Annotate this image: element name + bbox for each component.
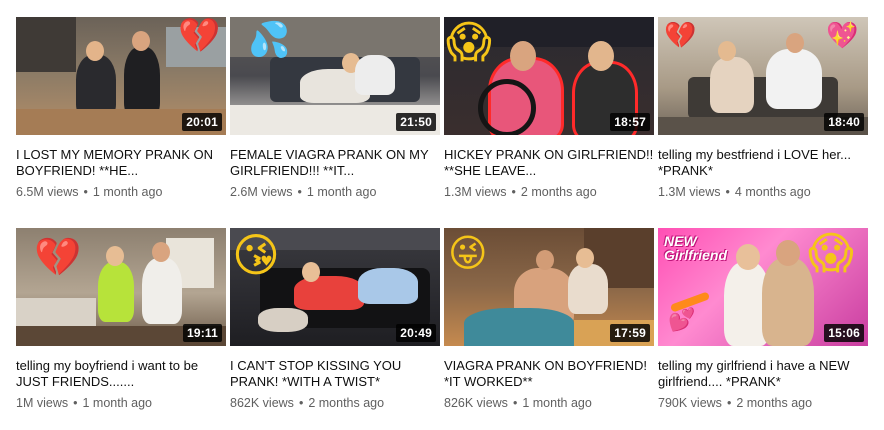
meta-separator: • bbox=[726, 396, 732, 410]
video-thumbnail[interactable]: 😜 17:59 bbox=[444, 228, 654, 346]
video-title[interactable]: HICKEY PRANK ON GIRLFRIEND!! **SHE LEAVE… bbox=[444, 147, 654, 179]
view-count: 1.3M views bbox=[444, 185, 507, 199]
video-duration: 17:59 bbox=[610, 324, 650, 342]
upload-age: 1 month ago bbox=[306, 185, 377, 199]
upload-age: 1 month ago bbox=[522, 396, 592, 410]
view-count: 2.6M views bbox=[230, 185, 293, 199]
video-thumbnail[interactable]: 💔 20:01 bbox=[16, 17, 226, 135]
video-thumbnail[interactable]: 😱 18:57 bbox=[444, 17, 654, 135]
video-duration: 21:50 bbox=[396, 113, 436, 131]
video-title[interactable]: I LOST MY MEMORY PRANK ON BOYFRIEND! **H… bbox=[16, 147, 226, 179]
upload-age: 4 months ago bbox=[734, 185, 811, 199]
broken-heart-icon: 💔 bbox=[178, 17, 221, 56]
meta-separator: • bbox=[511, 185, 516, 199]
video-card[interactable]: 😘 20:49 I CAN'T STOP KISSING YOU PRANK! … bbox=[230, 228, 440, 410]
video-title[interactable]: telling my bestfriend i LOVE her... *PRA… bbox=[658, 147, 868, 179]
new-girlfriend-sticker: NEW Girlfriend bbox=[664, 233, 728, 263]
meta-separator: • bbox=[83, 185, 88, 199]
video-duration: 18:40 bbox=[824, 113, 864, 131]
meta-separator: • bbox=[512, 396, 518, 410]
upload-age: 1 month ago bbox=[92, 185, 163, 199]
video-duration: 18:57 bbox=[610, 113, 650, 131]
video-duration: 19:11 bbox=[182, 324, 222, 342]
video-card[interactable]: 💦 21:50 FEMALE VIAGRA PRANK ON MY GIRLFR… bbox=[230, 17, 440, 199]
winking-tongue-face-icon: 😜 bbox=[448, 231, 488, 275]
view-count: 1M views bbox=[16, 396, 69, 410]
video-card[interactable]: 💔 19:11 telling my boyfriend i want to b… bbox=[16, 228, 226, 410]
video-title[interactable]: telling my girlfriend i have a NEW girlf… bbox=[658, 358, 868, 390]
upload-age: 2 months ago bbox=[308, 396, 385, 410]
screaming-face-icon: 😱 bbox=[808, 228, 854, 279]
meta-separator: • bbox=[73, 396, 78, 410]
video-title[interactable]: FEMALE VIAGRA PRANK ON MY GIRLFRIEND!!! … bbox=[230, 147, 440, 179]
video-meta: 1.3M views • 2 months ago bbox=[444, 185, 654, 199]
meta-separator: • bbox=[297, 185, 302, 199]
video-card[interactable]: 💔 20:01 I LOST MY MEMORY PRANK ON BOYFRI… bbox=[16, 17, 226, 199]
video-thumbnail[interactable]: 💔 💖 18:40 bbox=[658, 17, 868, 135]
video-thumbnail[interactable]: 😘 20:49 bbox=[230, 228, 440, 346]
video-meta: 826K views • 1 month ago bbox=[444, 396, 654, 410]
video-meta: 2.6M views • 1 month ago bbox=[230, 185, 440, 199]
video-card[interactable]: 😜 17:59 VIAGRA PRANK ON BOYFRIEND! *IT W… bbox=[444, 228, 654, 410]
video-meta: 790K views • 2 months ago bbox=[658, 396, 868, 410]
video-duration: 20:01 bbox=[182, 113, 222, 131]
meta-separator: • bbox=[725, 185, 730, 199]
upload-age: 2 months ago bbox=[736, 396, 813, 410]
video-meta: 862K views • 2 months ago bbox=[230, 396, 440, 410]
video-duration: 20:49 bbox=[396, 324, 436, 342]
video-title[interactable]: VIAGRA PRANK ON BOYFRIEND! *IT WORKED** bbox=[444, 358, 654, 390]
video-card[interactable]: 😱 18:57 HICKEY PRANK ON GIRLFRIEND!! **S… bbox=[444, 17, 654, 199]
upload-age: 1 month ago bbox=[82, 396, 152, 410]
video-card[interactable]: NEW Girlfriend 💕 😱 15:06 telling my girl… bbox=[658, 228, 868, 410]
video-card[interactable]: 💔 💖 18:40 telling my bestfriend i LOVE h… bbox=[658, 17, 868, 199]
video-meta: 6.5M views • 1 month ago bbox=[16, 185, 226, 199]
sparkling-heart-icon: 💖 bbox=[826, 21, 859, 51]
video-title[interactable]: I CAN'T STOP KISSING YOU PRANK! *WITH A … bbox=[230, 358, 440, 390]
video-grid: 💔 20:01 I LOST MY MEMORY PRANK ON BOYFRI… bbox=[0, 0, 884, 430]
video-thumbnail[interactable]: NEW Girlfriend 💕 😱 15:06 bbox=[658, 228, 868, 346]
view-count: 862K views bbox=[230, 396, 294, 410]
video-thumbnail[interactable]: 💔 19:11 bbox=[16, 228, 226, 346]
video-meta: 1M views • 1 month ago bbox=[16, 396, 226, 410]
meta-separator: • bbox=[298, 396, 304, 410]
video-duration: 15:06 bbox=[824, 324, 864, 342]
heart-icon: 💕 bbox=[668, 308, 696, 333]
kissing-face-icon: 😘 bbox=[232, 228, 280, 282]
broken-heart-icon: 💔 bbox=[34, 235, 82, 279]
upload-age: 2 months ago bbox=[520, 185, 597, 199]
video-meta: 1.3M views • 4 months ago bbox=[658, 185, 868, 199]
video-thumbnail[interactable]: 💦 21:50 bbox=[230, 17, 440, 135]
view-count: 826K views bbox=[444, 396, 508, 410]
broken-heart-icon: 💔 bbox=[664, 21, 697, 51]
view-count: 790K views bbox=[658, 396, 722, 410]
video-title[interactable]: telling my boyfriend i want to be JUST F… bbox=[16, 358, 226, 390]
view-count: 1.3M views bbox=[658, 185, 721, 199]
screaming-face-icon: 😱 bbox=[446, 17, 492, 68]
sweat-droplets-icon: 💦 bbox=[248, 20, 291, 60]
view-count: 6.5M views bbox=[16, 185, 79, 199]
